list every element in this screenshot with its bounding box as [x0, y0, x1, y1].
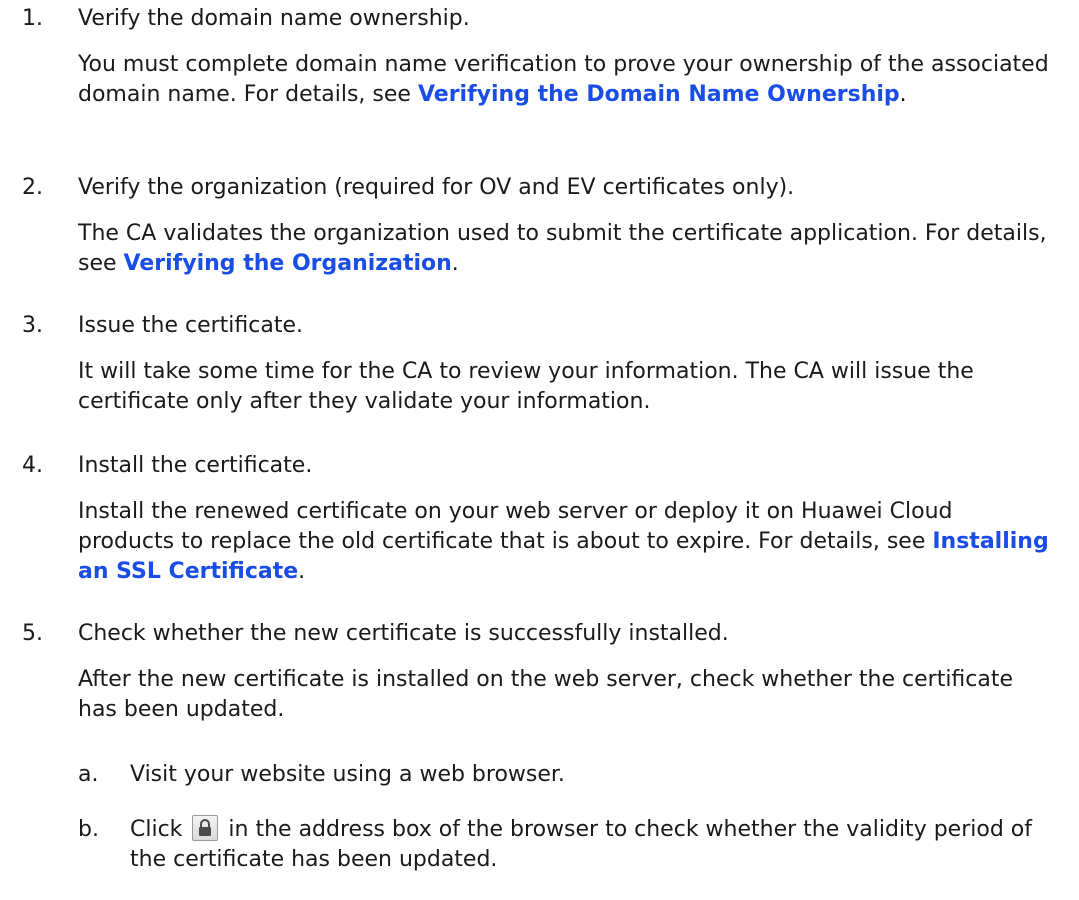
lock-icon [192, 815, 219, 841]
step-description: You must complete domain name verificati… [78, 50, 1055, 110]
document-body: 1. Verify the domain name ownership. You… [0, 0, 1079, 900]
description-text: Install the renewed certificate on your … [78, 499, 953, 554]
verifying-domain-ownership-link[interactable]: Verifying the Domain Name Ownership [418, 82, 900, 107]
step-title: Issue the certificate. [78, 313, 303, 338]
step-number: 5. [22, 621, 43, 646]
step-title: Verify the organization (required for OV… [78, 175, 795, 200]
step-description: Install the renewed certificate on your … [78, 497, 1055, 587]
step-description: It will take some time for the CA to rev… [78, 359, 974, 414]
substep-text: Visit your website using a web browser. [130, 762, 565, 787]
description-period: . [899, 82, 907, 107]
description-period: . [298, 559, 306, 584]
step-title: Check whether the new certificate is suc… [78, 621, 729, 646]
step-description: The CA validates the organization used t… [78, 219, 1055, 279]
step-number: 3. [22, 313, 43, 338]
substep-text-pre: Click [130, 817, 183, 842]
substep-text: Click in the address box of the browser … [130, 815, 1055, 875]
substep-letter: a. [78, 762, 99, 787]
step-description: After the new certificate is installed o… [78, 667, 1014, 722]
step-number: 1. [22, 6, 43, 31]
substep-text-post: in the address box of the browser to che… [130, 817, 1032, 872]
step-number: 4. [22, 453, 43, 478]
step-number: 2. [22, 175, 43, 200]
step-title: Verify the domain name ownership. [78, 6, 470, 31]
step-title: Install the certificate. [78, 453, 313, 478]
description-period: . [451, 251, 459, 276]
verifying-organization-link[interactable]: Verifying the Organization [124, 251, 452, 276]
substep-letter: b. [78, 817, 99, 842]
